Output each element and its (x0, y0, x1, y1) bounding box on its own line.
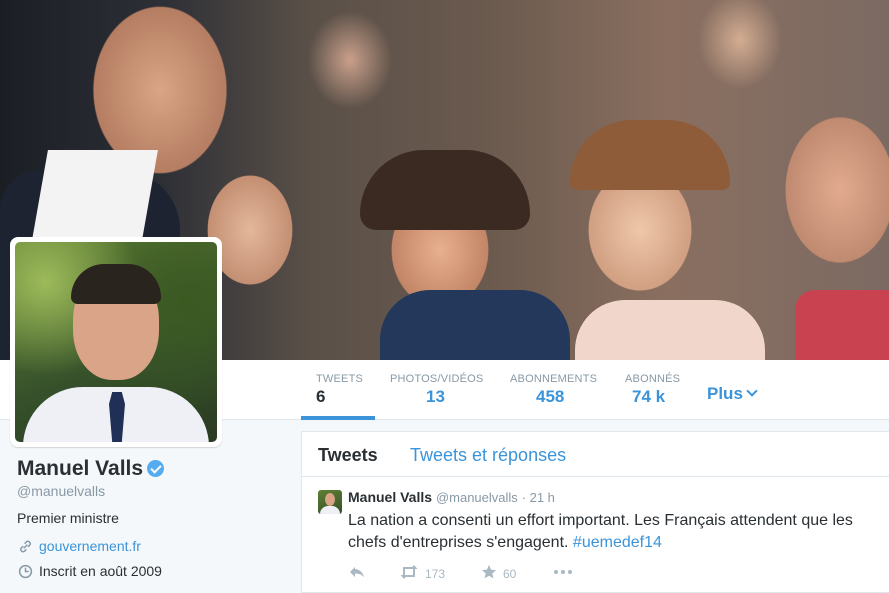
tweet-timestamp[interactable]: · 21 h (522, 490, 555, 505)
profile-joined-date: Inscrit en août 2009 (39, 563, 162, 579)
nav-photos-videos[interactable]: PHOTOS/VIDÉOS 13 (390, 360, 483, 420)
header-photo-hair (360, 150, 530, 230)
profile-avatar[interactable] (10, 237, 222, 447)
tweet-hashtag[interactable]: #uemedef14 (573, 534, 662, 551)
nav-following[interactable]: ABONNEMENTS 458 (510, 360, 597, 420)
header-photo-shirt-collar (32, 150, 158, 240)
tweet-author-name[interactable]: Manuel Valls (348, 489, 432, 505)
avatar-image (15, 242, 217, 442)
nav-followers-label: ABONNÉS (625, 373, 681, 385)
retweet-icon (399, 564, 419, 583)
favorite-button[interactable]: 60 (481, 564, 516, 583)
nav-photos-videos-label: PHOTOS/VIDÉOS (390, 373, 484, 385)
tweet-item[interactable]: Manuel Valls @manuelvalls · 21 h La nati… (302, 477, 889, 593)
tweet-avatar-face (325, 493, 335, 506)
nav-photos-videos-count: 13 (426, 387, 445, 406)
tab-tweets[interactable]: Tweets (318, 445, 378, 466)
tweet-author-avatar[interactable] (318, 490, 342, 514)
profile-bio: Premier ministre (17, 510, 119, 526)
header-photo-hair (570, 120, 730, 190)
more-actions-button[interactable] (553, 564, 573, 583)
ellipsis-icon (553, 564, 573, 583)
nav-followers[interactable]: ABONNÉS 74 k (625, 360, 680, 420)
retweet-button[interactable]: 173 (399, 564, 445, 583)
header-photo-scarf (795, 290, 889, 360)
chevron-down-icon (746, 385, 758, 397)
nav-following-count: 458 (536, 387, 565, 406)
header-photo-hoodie (575, 300, 765, 360)
avatar-hair (71, 264, 161, 304)
tweet-header: Manuel Valls @manuelvalls · 21 h (348, 489, 555, 505)
profile-website-link[interactable]: gouvernement.fr (39, 538, 141, 554)
star-icon (481, 564, 497, 583)
timeline: Tweets Tweets et réponses Manuel Valls @… (301, 431, 889, 593)
link-icon (17, 538, 33, 554)
reply-icon (348, 564, 366, 583)
nav-tweets[interactable]: TWEETS 6 (301, 360, 375, 420)
profile-handle[interactable]: @manuelvalls (17, 483, 105, 499)
verified-badge-icon (147, 460, 165, 477)
profile-name[interactable]: Manuel Valls (17, 457, 165, 481)
favorite-count: 60 (503, 566, 517, 581)
more-menu-label: Plus (707, 384, 743, 403)
timeline-tabs: Tweets Tweets et réponses (302, 432, 889, 477)
tweet-author-handle[interactable]: @manuelvalls (436, 490, 518, 505)
retweet-count: 173 (425, 566, 446, 581)
more-menu-button[interactable]: Plus (707, 384, 758, 404)
tab-tweets-and-replies[interactable]: Tweets et réponses (410, 445, 566, 466)
header-photo-jacket (380, 290, 570, 360)
nav-following-label: ABONNEMENTS (510, 373, 598, 385)
profile-joined-row: Inscrit en août 2009 (17, 563, 162, 579)
tweet-text: La nation a consenti un effort important… (348, 510, 878, 554)
tweet-avatar-shirt (320, 506, 340, 514)
nav-tweets-label: TWEETS (316, 373, 364, 385)
nav-followers-count: 74 k (632, 387, 666, 406)
profile-website-row: gouvernement.fr (17, 538, 141, 554)
reply-button[interactable] (348, 564, 366, 583)
nav-tweets-count: 6 (316, 387, 326, 406)
profile-name-text: Manuel Valls (17, 457, 144, 480)
clock-icon (17, 563, 33, 579)
